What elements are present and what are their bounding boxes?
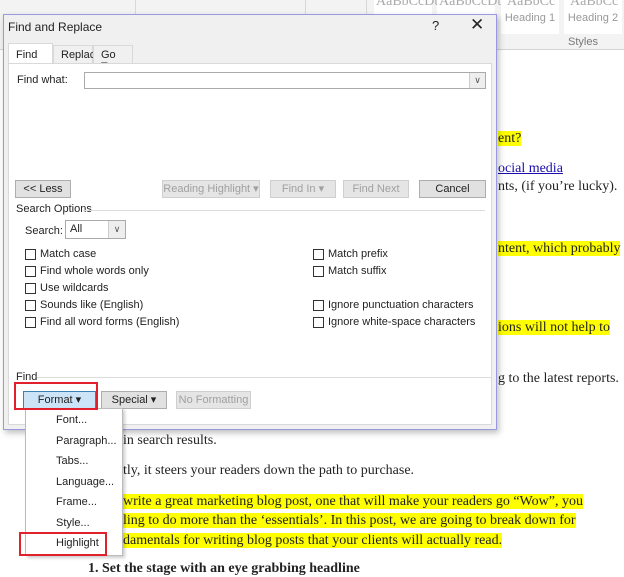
menu-item-language[interactable]: Language...: [56, 476, 114, 488]
checkbox[interactable]: [313, 249, 324, 260]
doc-line: ions will not help to: [498, 320, 610, 335]
divider: [37, 377, 492, 378]
checkbox[interactable]: [25, 283, 36, 294]
cancel-button[interactable]: Cancel: [419, 180, 486, 198]
checkbox[interactable]: [25, 249, 36, 260]
doc-line: tly, it steers your readers down the pat…: [123, 463, 415, 478]
checkbox[interactable]: [313, 266, 324, 277]
search-label: Search:: [25, 225, 63, 237]
styles-group-label: Styles: [568, 36, 598, 48]
checkbox[interactable]: [313, 300, 324, 311]
style-heading-2[interactable]: AaBbCc Heading 2: [564, 0, 622, 34]
menu-item-font[interactable]: Font...: [56, 414, 87, 426]
checkbox[interactable]: [25, 317, 36, 328]
checkbox[interactable]: [313, 317, 324, 328]
special-button[interactable]: Special ▾: [101, 391, 167, 409]
style-name: Heading 2: [567, 12, 619, 24]
doc-line: ntent, which probably: [498, 241, 621, 256]
find-in-button[interactable]: Find In ▾: [270, 180, 336, 198]
menu-item-style[interactable]: Style...: [56, 517, 90, 529]
doc-heading: 1. Set the stage with an eye grabbing he…: [88, 561, 360, 576]
close-button[interactable]: ✕: [470, 15, 484, 35]
reading-highlight-button[interactable]: Reading Highlight ▾: [162, 180, 260, 198]
checkbox[interactable]: [25, 266, 36, 277]
search-direction-select[interactable]: All ∨: [65, 220, 126, 239]
doc-line: nts, (if you’re lucky).: [498, 179, 618, 194]
style-name: Heading 1: [504, 12, 556, 24]
search-options-label: Search Options: [16, 203, 92, 215]
find-replace-dialog: Find and Replace ? ✕ Find Replace Go To …: [3, 14, 497, 430]
style-heading-1[interactable]: AaBbCc Heading 1: [501, 0, 559, 34]
menu-item-tabs[interactable]: Tabs...: [56, 455, 88, 467]
dialog-title: Find and Replace: [8, 20, 103, 34]
doc-line: in search results.: [123, 433, 217, 448]
annotation-box-format: [14, 382, 98, 410]
chevron-down-icon[interactable]: ∨: [469, 73, 485, 88]
doc-line: g to the latest reports.: [498, 371, 619, 386]
divider: [83, 210, 485, 211]
doc-line: write a great marketing blog post, one t…: [123, 494, 583, 509]
menu-item-paragraph[interactable]: Paragraph...: [56, 435, 117, 447]
doc-line: damentals for writing blog posts that yo…: [123, 533, 503, 548]
find-what-input[interactable]: ∨: [84, 72, 486, 89]
tab-replace[interactable]: Replace: [53, 45, 101, 64]
find-tab-panel: Find what: ∨ << Less Reading Highlight ▾…: [8, 63, 492, 425]
find-what-label: Find what:: [17, 74, 68, 86]
help-button[interactable]: ?: [432, 18, 439, 33]
less-button[interactable]: << Less: [15, 180, 71, 198]
menu-item-frame[interactable]: Frame...: [56, 496, 97, 508]
checkbox[interactable]: [25, 300, 36, 311]
doc-link[interactable]: ocial media: [498, 161, 563, 176]
chevron-down-icon[interactable]: ∨: [108, 221, 125, 238]
tab-find[interactable]: Find: [8, 43, 53, 64]
annotation-box-highlight: [19, 532, 107, 556]
find-next-button[interactable]: Find Next: [343, 180, 409, 198]
tab-go-to[interactable]: Go To: [93, 45, 133, 73]
no-formatting-button[interactable]: No Formatting: [176, 391, 251, 409]
doc-line: ent?: [498, 131, 522, 146]
doc-line: ling to do more than the ‘essentials’. I…: [123, 513, 576, 528]
